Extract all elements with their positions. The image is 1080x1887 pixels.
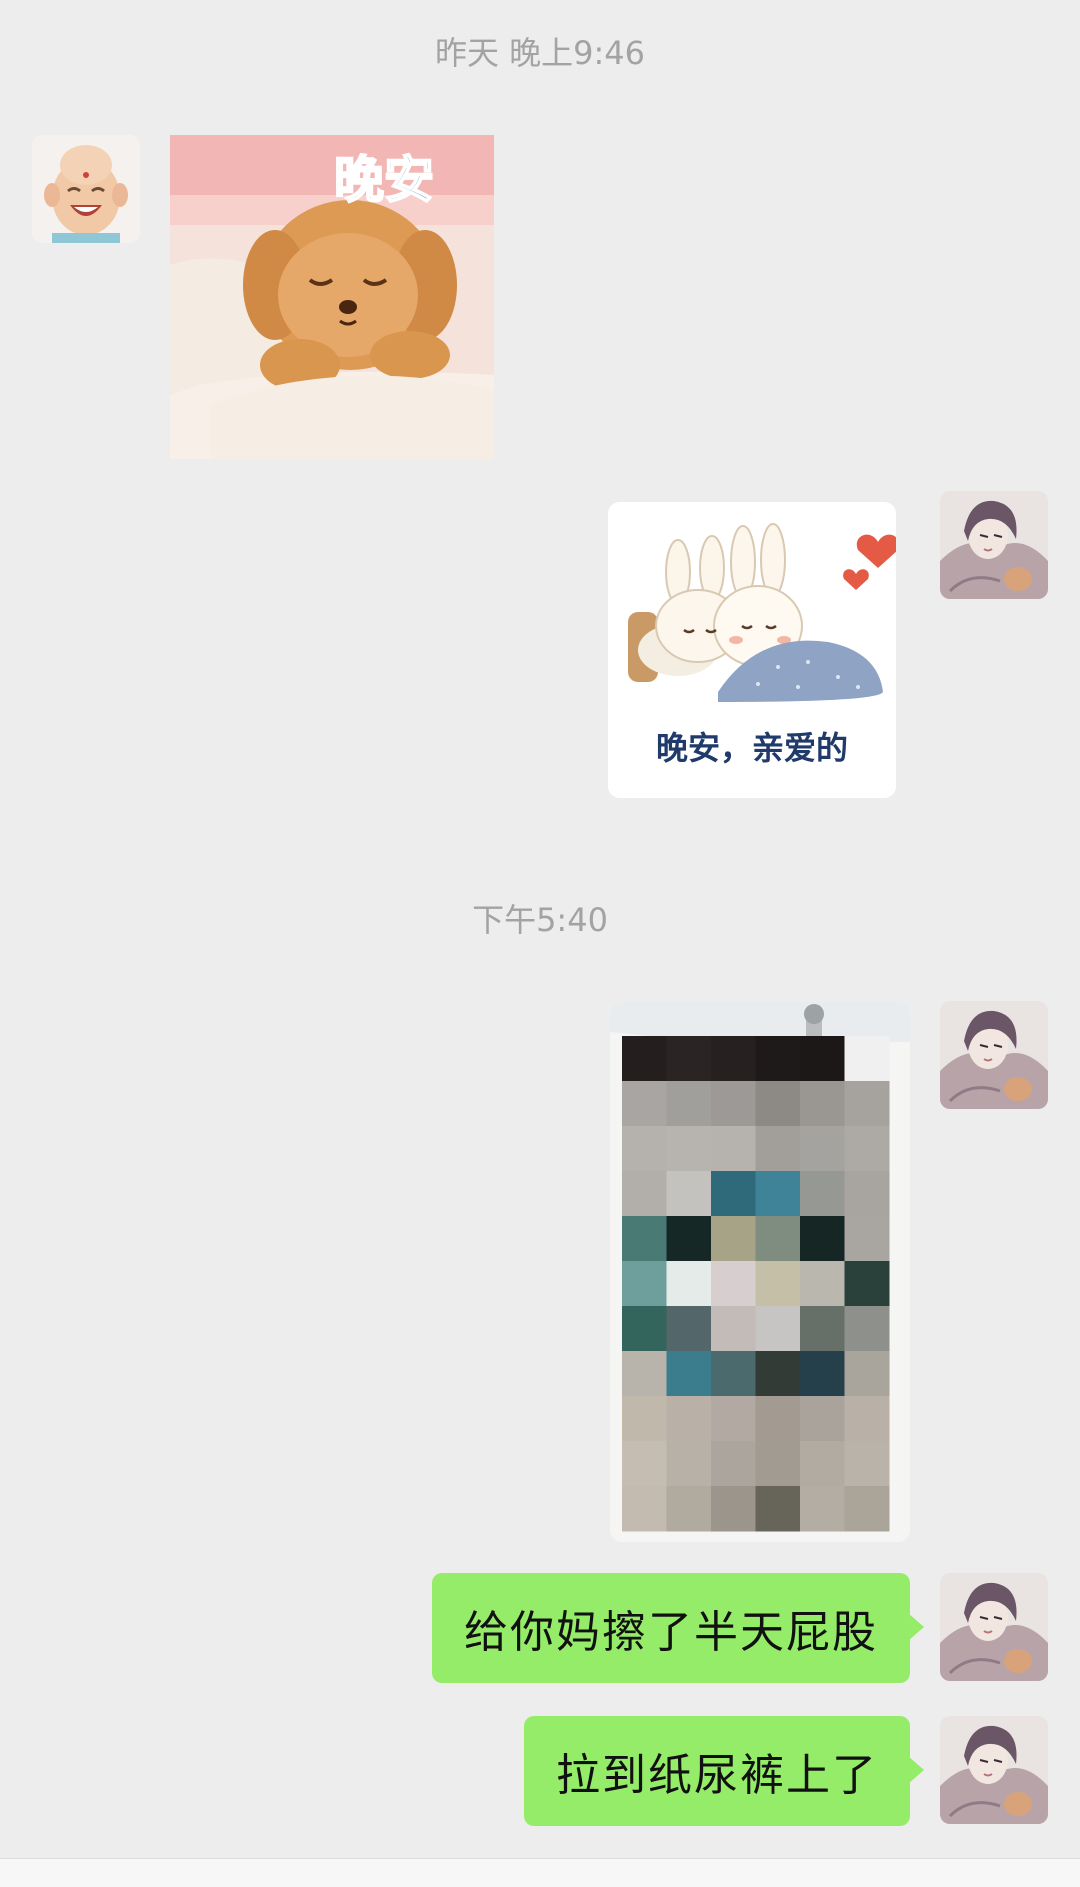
mosaic-pixel [844, 1216, 890, 1262]
mosaic-pixel [755, 1441, 801, 1487]
mosaic-pixel [755, 1036, 801, 1082]
mosaic-pixel [844, 1171, 890, 1217]
timestamp-yesterday: 昨天 晚上9:46 [434, 34, 646, 72]
mosaic-pixel [711, 1261, 756, 1307]
mosaic-pixel [800, 1306, 845, 1352]
mosaic-pixel [711, 1126, 756, 1172]
mosaic-pixel [711, 1396, 756, 1442]
timestamp-today: 下午5:40 [472, 901, 608, 939]
mosaic-pixel [755, 1351, 801, 1397]
mosaic-pixel [666, 1396, 712, 1442]
goodnight-bear-caption: 晚安 [334, 151, 434, 209]
mosaic-pixel [711, 1441, 756, 1487]
mosaic-pixel [711, 1351, 756, 1397]
mosaic-pixels [622, 1036, 890, 1532]
mosaic-pixel [800, 1081, 845, 1127]
mosaic-pixel [844, 1306, 890, 1352]
mosaic-pixel [800, 1396, 845, 1442]
mosaic-pixel [844, 1261, 890, 1307]
mosaic-pixel [666, 1306, 712, 1352]
goodnight-bunnies-sticker[interactable]: 晚安，亲爱的 [608, 502, 896, 798]
mosaic-pixel [844, 1126, 890, 1172]
mosaic-pixel [800, 1486, 845, 1532]
my-avatar[interactable] [940, 1001, 1048, 1109]
message-text: 给你妈擦了半天屁股 [464, 1607, 878, 1658]
mosaic-pixel [755, 1486, 801, 1532]
mosaic-pixel [755, 1261, 801, 1307]
pixelated-photo-message[interactable] [610, 1002, 910, 1542]
mosaic-pixel [844, 1036, 890, 1082]
mosaic-pixel [800, 1216, 845, 1262]
mosaic-pixel [711, 1081, 756, 1127]
mosaic-pixel [666, 1126, 712, 1172]
mosaic-pixel [711, 1216, 756, 1262]
mosaic-pixel [666, 1486, 712, 1532]
message-text: 拉到纸尿裤上了 [556, 1750, 878, 1801]
my-avatar[interactable] [940, 491, 1048, 599]
mosaic-pixel [800, 1351, 845, 1397]
goodnight-bunnies-caption: 晚安，亲爱的 [656, 729, 848, 767]
mosaic-pixel [711, 1486, 756, 1532]
mosaic-pixel [844, 1441, 890, 1487]
message-bubble[interactable]: 给你妈擦了半天屁股 [432, 1573, 924, 1683]
my-avatar[interactable] [940, 1716, 1048, 1824]
mosaic-pixel [711, 1036, 756, 1082]
input-bar-edge [0, 1858, 1080, 1887]
mosaic-pixel [666, 1081, 712, 1127]
mosaic-pixel [800, 1441, 845, 1487]
mosaic-pixel [800, 1171, 845, 1217]
mosaic-pixel [622, 1261, 667, 1307]
mosaic-pixel [755, 1081, 801, 1127]
mosaic-pixel [844, 1081, 890, 1127]
mosaic-pixel [622, 1081, 667, 1127]
mosaic-pixel [622, 1216, 667, 1262]
mosaic-pixel [711, 1306, 756, 1352]
mosaic-pixel [622, 1441, 667, 1487]
mosaic-pixel [622, 1036, 667, 1082]
mosaic-pixel [622, 1486, 667, 1532]
mosaic-pixel [666, 1171, 712, 1217]
mosaic-pixel [800, 1126, 845, 1172]
mosaic-pixel [755, 1126, 801, 1172]
mosaic-pixel [622, 1171, 667, 1217]
mosaic-pixel [666, 1216, 712, 1262]
mosaic-pixel [755, 1216, 801, 1262]
mosaic-pixel [622, 1396, 667, 1442]
mosaic-pixel [711, 1171, 756, 1217]
mosaic-pixel [622, 1306, 667, 1352]
mosaic-pixel [755, 1171, 801, 1217]
mosaic-pixel [844, 1396, 890, 1442]
mosaic-pixel [622, 1351, 667, 1397]
mosaic-pixel [755, 1306, 801, 1352]
my-avatar[interactable] [940, 1573, 1048, 1681]
mosaic-pixel [800, 1261, 845, 1307]
mosaic-pixel [755, 1396, 801, 1442]
mosaic-pixel [622, 1126, 667, 1172]
mosaic-pixel [800, 1036, 845, 1082]
mosaic-pixel [844, 1486, 890, 1532]
mosaic-pixel [666, 1351, 712, 1397]
mosaic-pixel [666, 1261, 712, 1307]
contact-avatar[interactable] [32, 135, 140, 243]
mosaic-pixel [844, 1351, 890, 1397]
mosaic-pixel [666, 1441, 712, 1487]
mosaic-pixel [666, 1036, 712, 1082]
goodnight-bear-sticker[interactable]: 晚安 [170, 135, 494, 459]
message-bubble[interactable]: 拉到纸尿裤上了 [524, 1716, 924, 1826]
